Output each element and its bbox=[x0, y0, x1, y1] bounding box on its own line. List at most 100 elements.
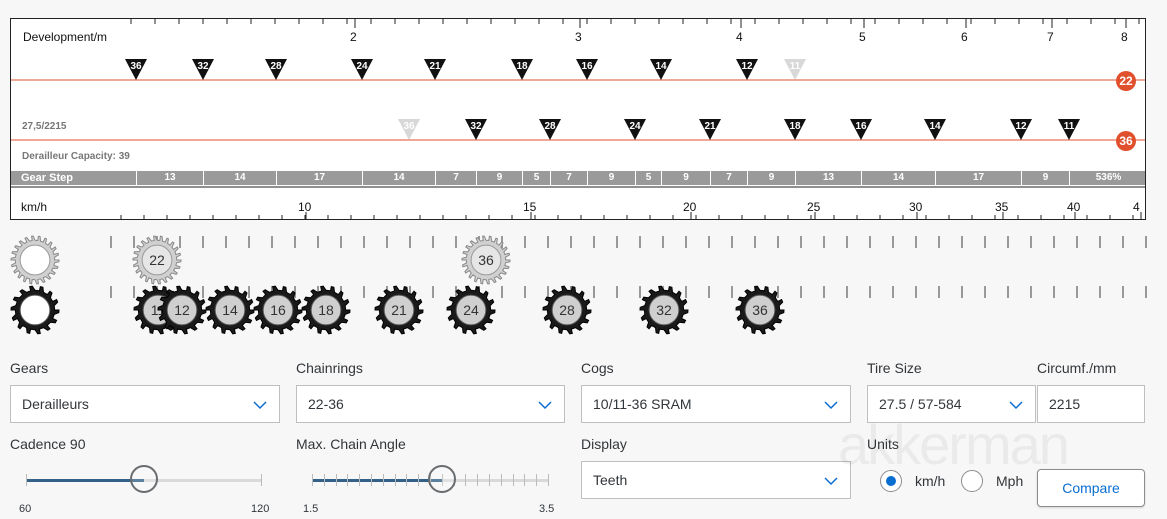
speed-tick-label: 40 bbox=[1067, 200, 1081, 214]
chain-angle-slider-handle[interactable] bbox=[427, 465, 456, 493]
circumference-label: Circumf./mm bbox=[1037, 360, 1117, 376]
unit-mph-label[interactable]: Mph bbox=[996, 473, 1023, 489]
speed-tick-label: 4 bbox=[1133, 200, 1140, 214]
cog-14: 14 bbox=[205, 285, 255, 335]
angle-min-label: 1.5 bbox=[303, 503, 319, 515]
display-select[interactable]: Teeth bbox=[581, 461, 851, 499]
svg-text:28: 28 bbox=[270, 61, 282, 72]
chevron-down-icon bbox=[538, 401, 552, 410]
gear-marker-large-ring: 24 bbox=[624, 119, 646, 140]
gear-step-cell: 14 bbox=[362, 171, 435, 185]
cog-28: 28 bbox=[542, 285, 592, 335]
svg-text:16: 16 bbox=[270, 302, 286, 318]
development-tick-label: 5 bbox=[859, 30, 866, 44]
unit-mph-radio[interactable] bbox=[961, 470, 983, 492]
gear-marker-small-ring: 21 bbox=[424, 59, 446, 80]
svg-text:14: 14 bbox=[929, 121, 941, 132]
speed-label: km/h bbox=[21, 200, 48, 214]
svg-text:11: 11 bbox=[790, 61, 801, 72]
svg-text:24: 24 bbox=[463, 302, 479, 318]
gear-step-label: Gear Step bbox=[21, 172, 73, 184]
units-label: Units bbox=[867, 436, 899, 452]
svg-text:24: 24 bbox=[629, 121, 641, 132]
cadence-fill bbox=[26, 479, 144, 482]
chart-canvas: 36 32 28 24 21 18 16 14 12 1136 32 28 24 21 18 16 14 12 11 bbox=[11, 19, 1145, 219]
svg-text:11: 11 bbox=[1064, 121, 1075, 132]
chain-angle-tick bbox=[312, 474, 313, 486]
gear-step-cell: 17 bbox=[935, 171, 1021, 185]
cogs-select[interactable]: 10/11-36 SRAM bbox=[581, 385, 851, 423]
cog-36: 36 bbox=[735, 285, 785, 335]
derailleur-capacity-label: Derailleur Capacity: 39 bbox=[22, 151, 130, 162]
compare-button[interactable]: Compare bbox=[1037, 469, 1145, 507]
gear-marker-large-ring: 18 bbox=[784, 119, 806, 140]
svg-text:36: 36 bbox=[130, 61, 142, 72]
chain-angle-slider[interactable] bbox=[312, 460, 549, 500]
chain-angle-tick bbox=[347, 474, 349, 486]
gear-marker-large-ring: 12 bbox=[1010, 119, 1032, 140]
chain-angle-tick bbox=[465, 474, 467, 486]
gear-step-cell: 9 bbox=[1021, 171, 1069, 185]
gear-marker-small-ring: 16 bbox=[576, 59, 598, 80]
svg-text:32: 32 bbox=[656, 302, 672, 318]
gear-marker-large-ring: 21 bbox=[699, 119, 721, 140]
gear-step-cell: 5 bbox=[522, 171, 550, 185]
svg-text:32: 32 bbox=[470, 121, 482, 132]
chain-angle-tick bbox=[359, 474, 361, 486]
cadence-min-label: 60 bbox=[19, 503, 32, 515]
tire-code-label: 27,5/2215 bbox=[22, 121, 67, 132]
sprocket-canvas: 223611121416182124283236 bbox=[10, 235, 1147, 335]
cadence-slider-handle[interactable] bbox=[130, 465, 158, 493]
tire-size-label: Tire Size bbox=[867, 360, 922, 376]
chain-angle-tick bbox=[418, 474, 420, 486]
cadence-slider[interactable] bbox=[26, 460, 262, 500]
svg-text:32: 32 bbox=[197, 61, 209, 72]
chain-angle-tick bbox=[524, 474, 526, 486]
speed-tick-label: 25 bbox=[807, 200, 821, 214]
chainring-reference-icon bbox=[10, 235, 60, 285]
development-tick-label: 8 bbox=[1121, 30, 1128, 44]
chainrings-label: Chainrings bbox=[296, 360, 363, 376]
chainrings-select-value: 22-36 bbox=[308, 396, 344, 412]
cogs-label: Cogs bbox=[581, 360, 614, 376]
unit-kmh-radio[interactable] bbox=[880, 470, 902, 492]
gear-marker-small-ring: 18 bbox=[511, 59, 533, 80]
cog-24: 24 bbox=[446, 285, 496, 335]
gear-step-cell: 9 bbox=[747, 171, 795, 185]
gear-step-cell: 13 bbox=[795, 171, 861, 185]
chain-angle-tick bbox=[477, 474, 479, 486]
svg-text:28: 28 bbox=[559, 302, 575, 318]
gear-step-cell: 17 bbox=[276, 171, 362, 185]
svg-text:36: 36 bbox=[478, 252, 494, 268]
gear-marker-large-ring: 14 bbox=[924, 119, 946, 140]
cadence-tick bbox=[26, 474, 27, 486]
speed-tick-label: 10 bbox=[298, 200, 312, 214]
svg-text:18: 18 bbox=[318, 302, 334, 318]
chain-angle-tick bbox=[371, 474, 372, 486]
gear-marker-large-ring: 11 bbox=[1058, 119, 1080, 140]
svg-text:21: 21 bbox=[704, 121, 716, 132]
svg-text:18: 18 bbox=[516, 61, 528, 72]
svg-text:12: 12 bbox=[1015, 121, 1027, 132]
svg-text:28: 28 bbox=[544, 121, 556, 132]
chain-angle-fill bbox=[312, 479, 442, 482]
gear-step-cell: 9 bbox=[587, 171, 635, 185]
chevron-down-icon bbox=[1009, 401, 1023, 410]
gears-select-value: Derailleurs bbox=[22, 396, 89, 412]
gear-step-cell: 14 bbox=[203, 171, 276, 185]
chainring-22: 22 bbox=[132, 235, 182, 285]
svg-text:18: 18 bbox=[789, 121, 801, 132]
gear-marker-small-ring: 32 bbox=[192, 59, 214, 80]
development-tick-label: 3 bbox=[575, 30, 582, 44]
speed-tick-label: 35 bbox=[995, 200, 1009, 214]
chain-angle-tick bbox=[335, 474, 337, 486]
gear-step-cell: 13 bbox=[136, 171, 203, 185]
cog-16: 16 bbox=[253, 285, 303, 335]
svg-text:22: 22 bbox=[149, 252, 165, 268]
sprocket-visualization: 223611121416182124283236 bbox=[0, 228, 1167, 338]
gear-chart: 36 32 28 24 21 18 16 14 12 11 36 32 28 24 21 18 16 14 12 11… bbox=[10, 18, 1146, 220]
gears-select[interactable]: Derailleurs bbox=[10, 385, 280, 423]
gear-marker-large-ring: 16 bbox=[850, 119, 872, 140]
unit-kmh-label[interactable]: km/h bbox=[915, 473, 945, 489]
chainrings-select[interactable]: 22-36 bbox=[296, 385, 565, 423]
